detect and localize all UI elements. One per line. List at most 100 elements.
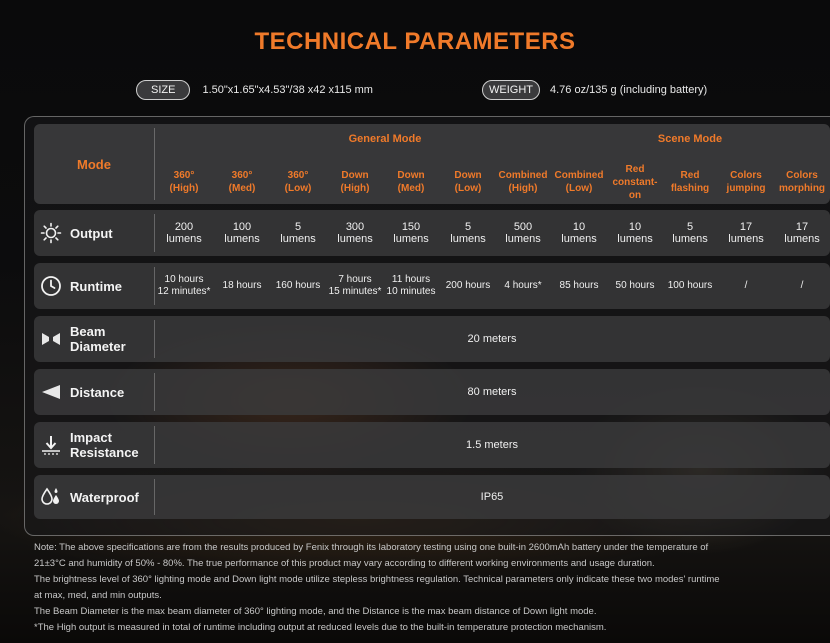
runtime-cell-text: 85 hours bbox=[559, 280, 599, 291]
mode-column-header-cell: Colors jumping bbox=[718, 160, 774, 204]
mode-column-header-cell-text: 360° bbox=[173, 170, 195, 181]
notes: Note: The above specifications are from … bbox=[34, 540, 830, 636]
weight-spec: WEIGHT 4.76 oz/135 g (including battery) bbox=[482, 78, 707, 102]
scene-mode-heading: Scene Mode bbox=[657, 133, 723, 145]
runtime-cell-text: 100 hours bbox=[667, 280, 713, 291]
output-cell-text: 150 bbox=[401, 221, 421, 233]
mode-column-header-cell-text: Colors bbox=[730, 170, 762, 181]
output-cell: 17 lumens bbox=[774, 210, 830, 256]
output-divider bbox=[154, 214, 155, 252]
mode-column-header-cell-text: (Low) bbox=[284, 183, 312, 194]
mode-column-header-cell-text: (Med) bbox=[397, 183, 425, 194]
runtime-cell-text: 10 hours bbox=[164, 274, 204, 285]
runtime-cell: / bbox=[718, 263, 774, 309]
output-cell-text: 5 bbox=[686, 221, 694, 233]
output-cell: 300 lumens bbox=[327, 210, 383, 256]
output-cell-text: 100 bbox=[232, 221, 252, 233]
runtime-cell: 4 hours* bbox=[495, 263, 551, 309]
mode-column-header-cell: 360° (High) bbox=[156, 160, 212, 204]
mode-column-header-cell: Colors morphing bbox=[774, 160, 830, 204]
mode-column-header-cell-text: Down bbox=[397, 170, 425, 181]
output-cell-text: lumens bbox=[784, 233, 820, 245]
note-line: 21±3°C and humidity of 50% - 80%. The tr… bbox=[34, 558, 655, 569]
distance-icon bbox=[40, 381, 62, 403]
mode-column-header-cell: Red constant-on bbox=[607, 160, 663, 204]
output-cell-text: 200 bbox=[174, 221, 194, 233]
size-value: 1.50"x1.65"x4.53"/38 x42 x115 mm bbox=[202, 84, 373, 96]
distance-label-text: Distance bbox=[70, 384, 125, 400]
mode-column-header-cell-text: constant- bbox=[612, 176, 658, 188]
mode-column-header-cell-text: on bbox=[628, 189, 642, 201]
mode-column-header-cell: Combined (High) bbox=[495, 160, 551, 204]
output-cell: 5 lumens bbox=[440, 210, 496, 256]
runtime-cell-text: 11 hours bbox=[391, 274, 431, 285]
mode-column-header-cell-text: Red bbox=[625, 163, 645, 175]
output-cell-text: 5 bbox=[464, 221, 472, 233]
note-line: The Beam Diameter is the max beam diamet… bbox=[34, 606, 597, 617]
waterproof-value: IP65 bbox=[480, 491, 504, 503]
runtime-cell: 7 hours 15 minutes* bbox=[327, 263, 383, 309]
weight-badge: WEIGHT bbox=[482, 80, 540, 100]
runtime-cell-text: 200 hours bbox=[445, 280, 491, 291]
runtime-cell-text: 7 hours bbox=[338, 274, 372, 285]
mode-column-header-cell-text: (Low) bbox=[454, 183, 482, 194]
runtime-cell: 200 hours bbox=[440, 263, 496, 309]
mode-column-header-cell: Down (Med) bbox=[383, 160, 439, 204]
runtime-cell: / bbox=[774, 263, 830, 309]
impact-label-line1: Impact bbox=[70, 430, 112, 445]
mode-column-header-cell-text: 360° bbox=[231, 170, 253, 181]
output-cell-text: lumens bbox=[672, 233, 708, 245]
output-cell-text: lumens bbox=[617, 233, 653, 245]
runtime-divider bbox=[154, 267, 155, 305]
output-label-text: Output bbox=[70, 225, 113, 241]
waterproof-label: Waterproof bbox=[34, 475, 154, 519]
output-cell: 500 lumens bbox=[495, 210, 551, 256]
mode-column-header-cell-text: 360° bbox=[287, 170, 309, 181]
output-cell-text: 10 bbox=[572, 221, 586, 233]
mode-column-header-cell-text: Combined bbox=[498, 170, 548, 181]
mode-column-header-cell-text: Down bbox=[341, 170, 369, 181]
mode-column-header-cell-text: Down bbox=[454, 170, 482, 181]
distance-value: 80 meters bbox=[467, 386, 517, 398]
mode-column-header-cell-text: Colors bbox=[786, 170, 818, 181]
note-line: at max, med, and min outputs. bbox=[34, 590, 162, 601]
runtime-cell: 85 hours bbox=[551, 263, 607, 309]
runtime-cell-text: 160 hours bbox=[275, 280, 321, 291]
note-line: The brightness level of 360° lighting mo… bbox=[34, 574, 720, 585]
output-cell: 150 lumens bbox=[383, 210, 439, 256]
note-line: *The High output is measured in total of… bbox=[34, 622, 607, 633]
output-cell-text: 500 bbox=[513, 221, 533, 233]
beam-diameter-label: Beam Diameter bbox=[34, 316, 154, 362]
mode-column-header-cell-text: Combined bbox=[554, 170, 604, 181]
impact-label: Impact Resistance bbox=[34, 422, 154, 468]
runtime-cell-text: 4 hours* bbox=[504, 280, 542, 291]
output-cell: 100 lumens bbox=[214, 210, 270, 256]
mode-column-header-cell-text: (Med) bbox=[228, 183, 256, 194]
output-cell-text: lumens bbox=[166, 233, 202, 245]
mode-column-header-cell-text: (High) bbox=[340, 183, 370, 194]
mode-column-header-cell: Red flashing bbox=[662, 160, 718, 204]
runtime-label-text: Runtime bbox=[70, 278, 122, 294]
output-cell: 17 lumens bbox=[718, 210, 774, 256]
output-cell-text: lumens bbox=[561, 233, 597, 245]
clock-icon bbox=[40, 275, 62, 297]
mode-column-header-cell-text: jumping bbox=[726, 183, 766, 194]
output-cell: 10 lumens bbox=[551, 210, 607, 256]
beam-label-line1: Beam bbox=[70, 324, 106, 339]
output-cell-text: lumens bbox=[728, 233, 764, 245]
output-cell: 5 lumens bbox=[662, 210, 718, 256]
mode-column-header-cell-text: Red bbox=[680, 170, 700, 181]
mode-column-header-cell-text: morphing bbox=[778, 183, 826, 194]
output-cell-text: lumens bbox=[505, 233, 541, 245]
runtime-cell-text: 18 hours bbox=[222, 280, 262, 291]
water-drops-icon bbox=[40, 486, 62, 508]
runtime-cell: 10 hours 12 minutes* bbox=[156, 263, 212, 309]
runtime-cell: 50 hours bbox=[607, 263, 663, 309]
header-divider bbox=[154, 128, 155, 200]
impact-label-text: Impact Resistance bbox=[70, 430, 139, 460]
distance-label: Distance bbox=[34, 369, 154, 415]
page-title: TECHNICAL PARAMETERS bbox=[254, 28, 576, 55]
mode-column-header-cell-text: flashing bbox=[670, 183, 710, 194]
size-badge: SIZE bbox=[136, 80, 191, 100]
output-cell: 10 lumens bbox=[607, 210, 663, 256]
